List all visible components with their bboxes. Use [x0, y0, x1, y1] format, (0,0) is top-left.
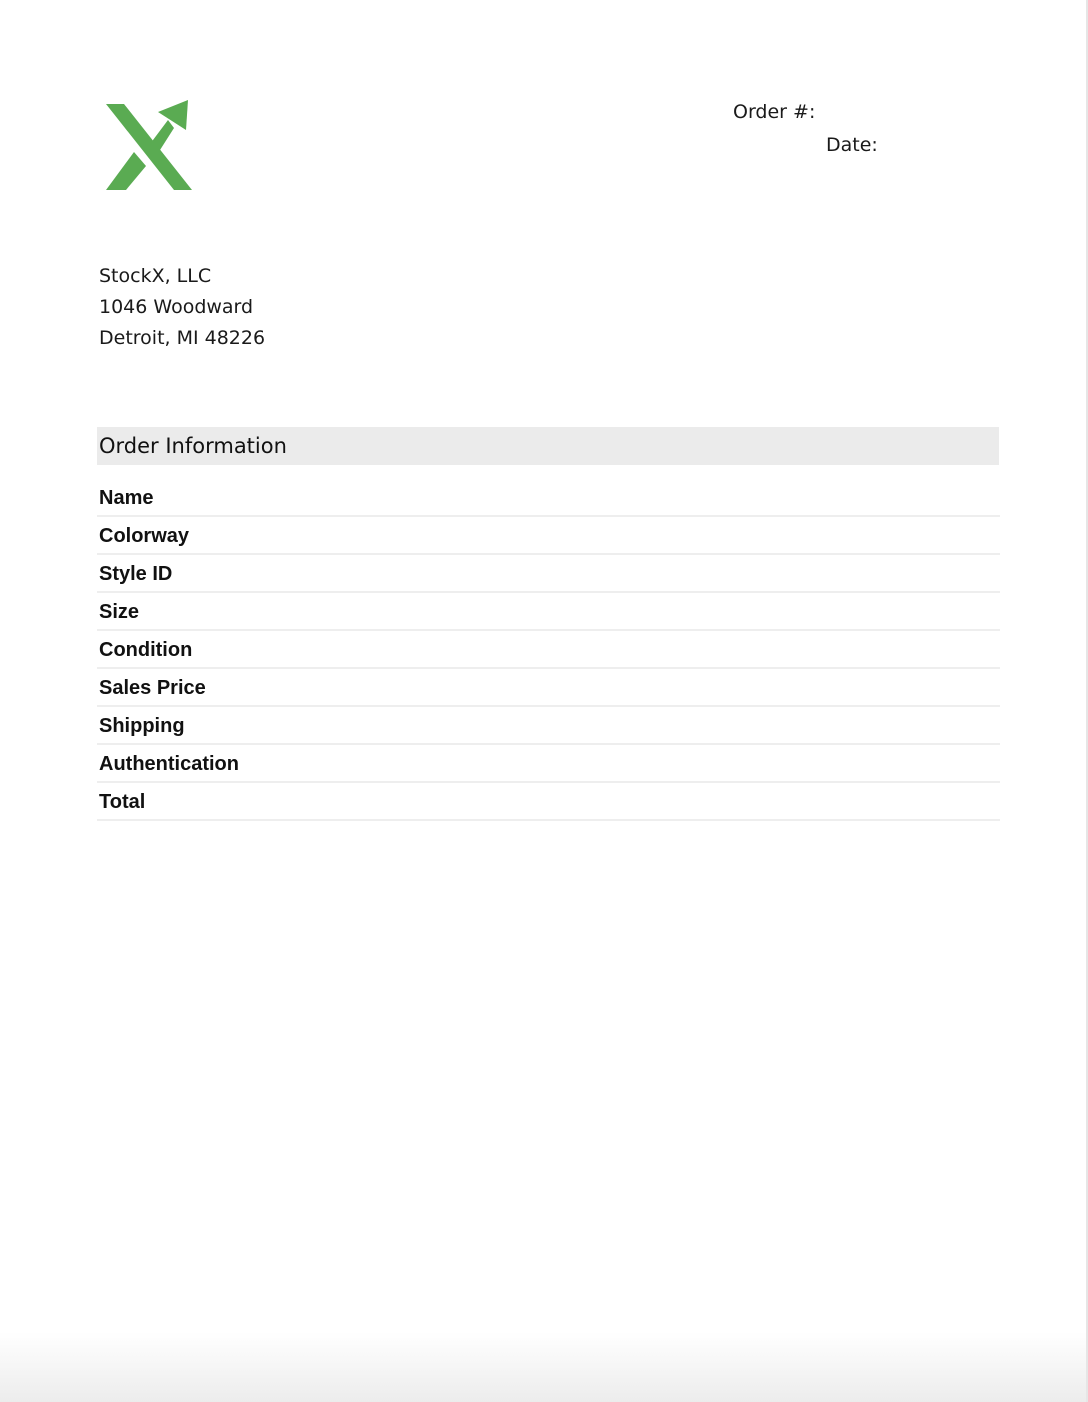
row-label-total: Total	[99, 791, 146, 813]
table-row-size: Size	[97, 593, 1000, 631]
row-label-size: Size	[99, 601, 140, 623]
row-label-sales-price: Sales Price	[99, 677, 206, 699]
table-row-authentication: Authentication	[97, 745, 1000, 783]
order-information-header: Order Information	[97, 427, 999, 465]
row-label-style-id: Style ID	[99, 563, 173, 585]
row-label-shipping: Shipping	[99, 715, 185, 737]
order-information-table: Name Colorway Style ID Size Condition Sa…	[97, 479, 1000, 821]
row-label-name: Name	[99, 487, 154, 509]
company-name: StockX, LLC	[99, 265, 212, 287]
table-row-sales-price: Sales Price	[97, 669, 1000, 707]
date-label: Date:	[826, 134, 878, 156]
row-label-authentication: Authentication	[99, 753, 239, 775]
city-state-zip: Detroit, MI 48226	[99, 327, 266, 349]
table-row-colorway: Colorway	[97, 517, 1000, 555]
table-row-total: Total	[97, 783, 1000, 821]
row-label-colorway: Colorway	[99, 525, 190, 547]
receipt-page: Order #: Date: StockX, LLC 1046 Woodward…	[0, 0, 1088, 1402]
stockx-logo-icon	[100, 98, 196, 194]
page-bottom-shadow	[0, 1332, 1086, 1402]
table-row-style-id: Style ID	[97, 555, 1000, 593]
section-title: Order Information	[99, 434, 287, 458]
table-row-condition: Condition	[97, 631, 1000, 669]
street-address: 1046 Woodward	[99, 296, 254, 318]
company-address: StockX, LLC 1046 Woodward Detroit, MI 48…	[99, 261, 265, 354]
row-label-condition: Condition	[99, 639, 193, 661]
order-number-label: Order #:	[733, 101, 816, 123]
table-row-shipping: Shipping	[97, 707, 1000, 745]
table-row-name: Name	[97, 479, 1000, 517]
